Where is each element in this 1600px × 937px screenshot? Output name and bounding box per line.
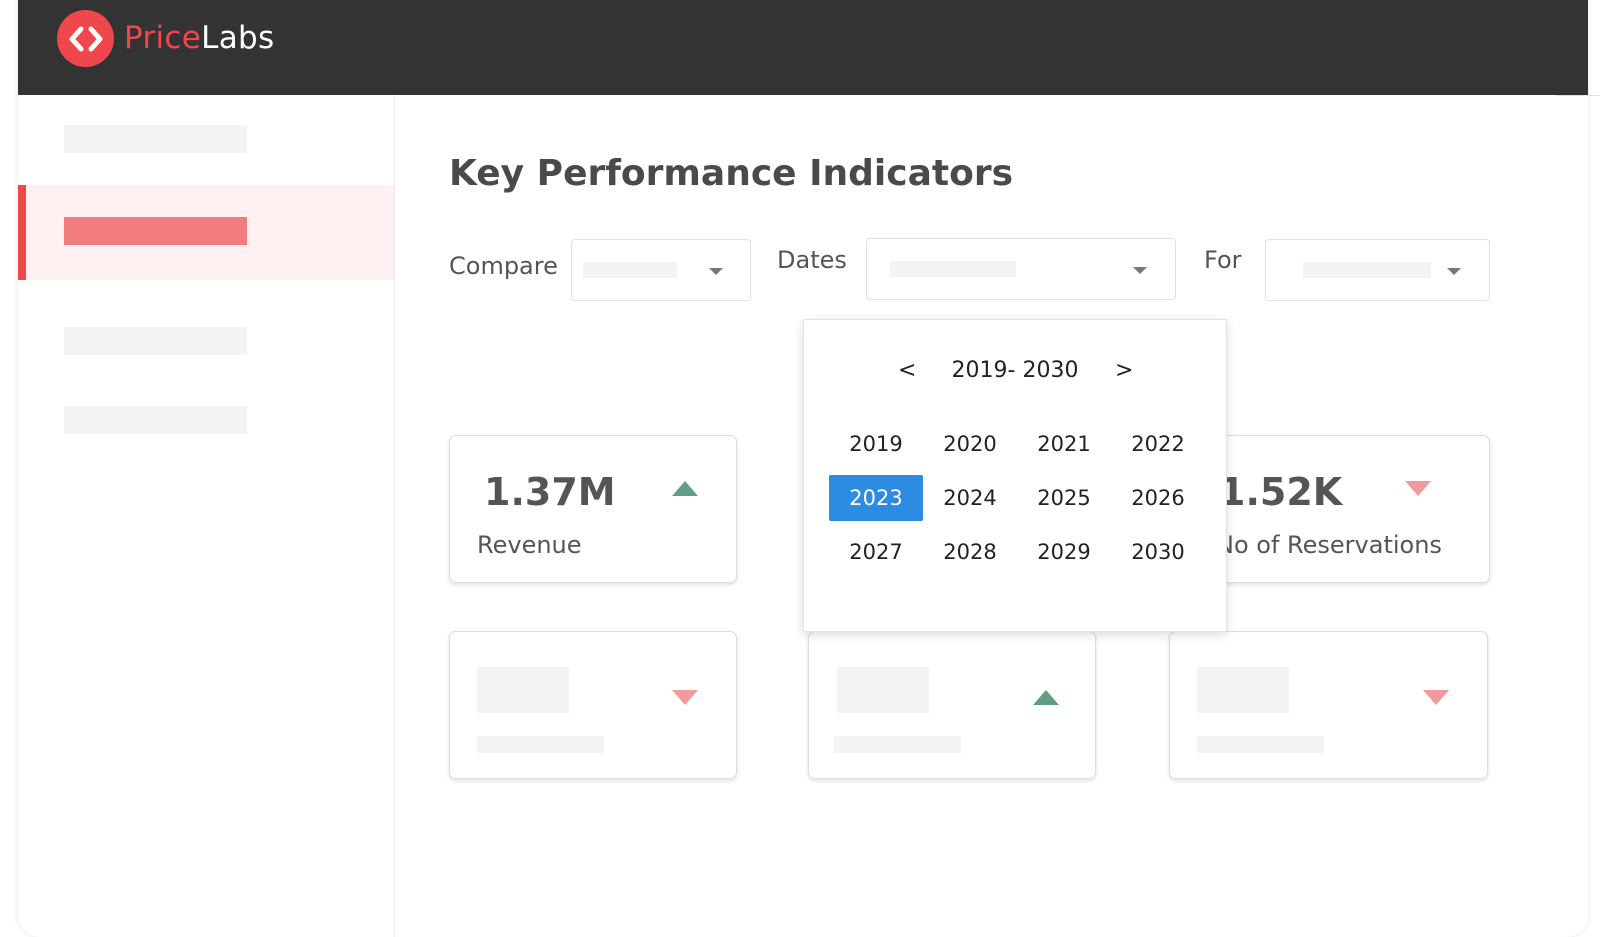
- trend-up-icon: [672, 481, 698, 496]
- kpi-label: No of Reservations: [1216, 531, 1442, 559]
- kpi-card-revenue[interactable]: 1.37M Revenue: [449, 435, 737, 583]
- sidebar-item-placeholder: [64, 406, 247, 434]
- trend-down-icon: [672, 690, 698, 705]
- year-option[interactable]: 2027: [829, 529, 923, 575]
- kpi-card-reservations[interactable]: 1.52K No of Reservations: [1196, 435, 1490, 583]
- year-range-label: 2019- 2030: [951, 358, 1079, 383]
- dates-select[interactable]: [866, 238, 1176, 300]
- sidebar-item-1[interactable]: [18, 93, 394, 188]
- kpi-label-placeholder: [477, 736, 604, 753]
- year-option[interactable]: 2030: [1111, 529, 1205, 575]
- for-select-placeholder: [1303, 262, 1431, 278]
- kpi-card-placeholder[interactable]: [808, 631, 1096, 779]
- year-option[interactable]: 2019: [829, 421, 923, 467]
- kpi-value-placeholder: [477, 667, 569, 713]
- sidebar-item-placeholder: [64, 327, 247, 355]
- dates-select-placeholder: [890, 261, 1016, 277]
- main-content: Key Performance Indicators Compare Dates…: [395, 95, 1588, 937]
- brand-name-part1: Price: [124, 20, 202, 56]
- chevron-down-icon: [709, 268, 723, 275]
- for-label: For: [1204, 246, 1242, 274]
- trend-down-icon: [1423, 690, 1449, 705]
- dates-label: Dates: [777, 246, 847, 274]
- kpi-label-placeholder: [1197, 736, 1324, 753]
- year-option[interactable]: 2028: [923, 529, 1017, 575]
- kpi-card-placeholder[interactable]: [449, 631, 737, 779]
- year-option[interactable]: 2025: [1017, 475, 1111, 521]
- kpi-value-placeholder: [1197, 667, 1289, 713]
- chevron-down-icon: [1133, 267, 1147, 274]
- sidebar-item-active[interactable]: [18, 185, 394, 280]
- year-option[interactable]: 2021: [1017, 421, 1111, 467]
- kpi-value-placeholder: [837, 667, 929, 713]
- pricelabs-logo-icon: [57, 10, 114, 67]
- kpi-label: Revenue: [477, 531, 582, 559]
- year-option[interactable]: 2024: [923, 475, 1017, 521]
- pricelabs-logo[interactable]: PriceLabs: [57, 10, 274, 67]
- next-range-button[interactable]: >: [1115, 358, 1133, 383]
- trend-down-icon: [1405, 481, 1431, 496]
- brand-name: PriceLabs: [124, 10, 274, 67]
- compare-label: Compare: [449, 252, 558, 280]
- year-option[interactable]: 2029: [1017, 529, 1111, 575]
- kpi-value: 1.52K: [1219, 470, 1343, 514]
- chevron-down-icon: [1447, 268, 1461, 275]
- year-grid: 2019 2020 2021 2022 2023 2024 2025 2026 …: [829, 417, 1207, 579]
- year-picker-dropdown: 2019- 2030 < > 2019 2020 2021 2022 2023 …: [803, 319, 1227, 632]
- page-title: Key Performance Indicators: [449, 153, 1013, 194]
- compare-select-placeholder: [583, 262, 677, 278]
- app-window: PriceLabs Key Performance Indicators Com…: [18, 0, 1588, 937]
- year-option[interactable]: 2022: [1111, 421, 1205, 467]
- sidebar: [18, 95, 395, 937]
- kpi-card-placeholder[interactable]: [1169, 631, 1488, 779]
- prev-range-button[interactable]: <: [898, 358, 916, 383]
- sidebar-item-4[interactable]: [18, 374, 394, 469]
- compare-select[interactable]: [571, 239, 751, 301]
- brand-name-part2: Labs: [201, 20, 275, 56]
- kpi-label-placeholder: [834, 736, 961, 753]
- page-divider: [1556, 95, 1600, 96]
- year-option-selected[interactable]: 2023: [829, 475, 923, 521]
- sidebar-item-placeholder: [64, 217, 247, 245]
- kpi-value: 1.37M: [484, 470, 616, 514]
- top-bar: PriceLabs: [18, 0, 1588, 95]
- sidebar-item-placeholder: [64, 125, 247, 153]
- year-option[interactable]: 2020: [923, 421, 1017, 467]
- for-select[interactable]: [1265, 239, 1490, 301]
- year-option[interactable]: 2026: [1111, 475, 1205, 521]
- trend-up-icon: [1033, 690, 1059, 705]
